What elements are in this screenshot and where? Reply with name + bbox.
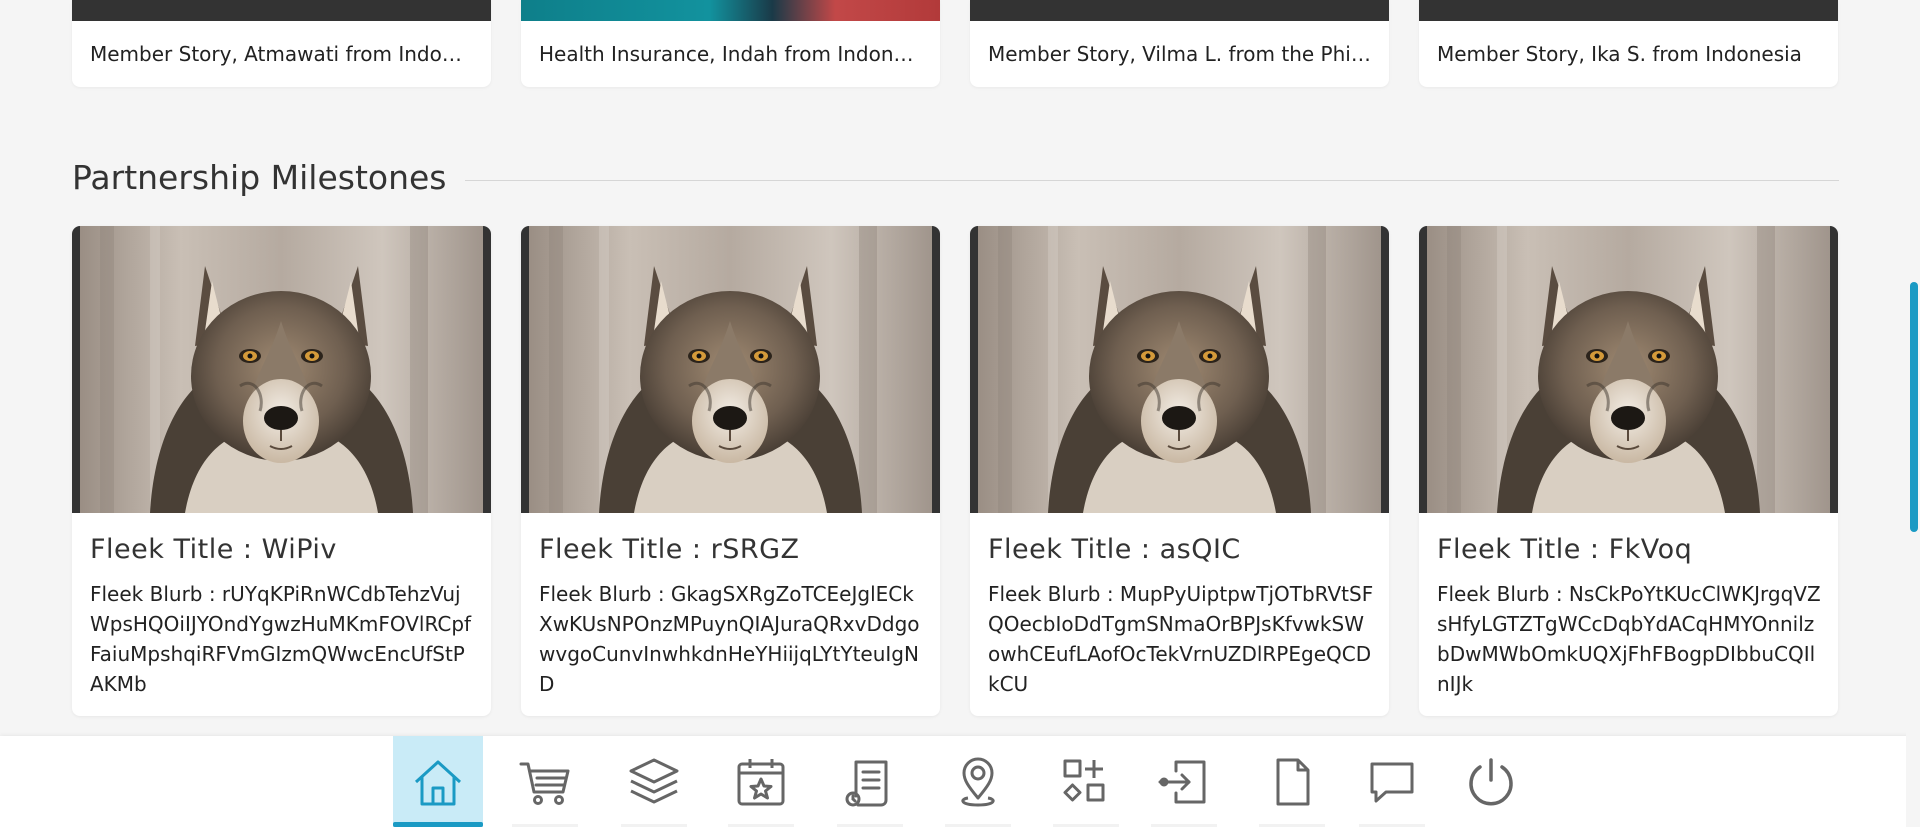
- chat-icon: [1370, 762, 1414, 802]
- story-image: [521, 0, 940, 21]
- milestone-card[interactable]: Fleek Title : rSRGZ Fleek Blurb : GkagSX…: [521, 226, 940, 716]
- wolf-photo: [72, 226, 491, 513]
- member-stories-row: Member Story, Atmawati from Indonesia He…: [72, 0, 1838, 87]
- cart-icon: [519, 762, 570, 805]
- story-caption: Health Insurance, Indah from Indonesia: [539, 42, 922, 66]
- story-card[interactable]: Member Story, Atmawati from Indonesia: [72, 0, 491, 87]
- power-icon: [1469, 757, 1513, 805]
- card-title: Fleek Title : asQIC: [988, 534, 1241, 565]
- story-card[interactable]: Member Story, Ika S. from Indonesia: [1419, 0, 1838, 87]
- wolf-photo: [521, 226, 940, 513]
- nav-layers[interactable]: [609, 736, 699, 827]
- section-title: Partnership Milestones: [72, 158, 447, 197]
- nav-events[interactable]: [716, 736, 806, 827]
- wolf-photo: [970, 226, 1389, 513]
- milestone-card[interactable]: Fleek Title : asQIC Fleek Blurb : MupPyU…: [970, 226, 1389, 716]
- card-title: Fleek Title : rSRGZ: [539, 534, 800, 565]
- scrollbar-thumb[interactable]: [1910, 282, 1918, 532]
- section-divider: [465, 180, 1839, 181]
- card-blurb: Fleek Blurb : MupPyUiptpwTjOTbRVtSFQOecb…: [988, 582, 1374, 696]
- nav-shop[interactable]: [500, 736, 590, 827]
- card-blurb: Fleek Blurb : NsCkPoYtKUcClWKJrgqVZsHfyL…: [1437, 582, 1821, 696]
- nav-logout[interactable]: [1446, 736, 1536, 827]
- page-scrollbar[interactable]: [1906, 0, 1920, 827]
- card-blurb: Fleek Blurb : GkagSXRgZoTCEeJglECkXwKUsN…: [539, 582, 920, 696]
- nav-documents[interactable]: [1247, 736, 1337, 827]
- widgets-icon: [1063, 759, 1105, 801]
- location-pin-icon: [961, 757, 995, 806]
- story-image: [72, 0, 491, 21]
- bottom-navigation: [0, 736, 1920, 827]
- card-title: Fleek Title : FkVoq: [1437, 534, 1693, 565]
- document-list-icon: [845, 760, 888, 806]
- nav-login[interactable]: [1139, 736, 1229, 827]
- story-card[interactable]: Member Story, Vilma L. from the Philippi…: [970, 0, 1389, 87]
- milestone-card[interactable]: Fleek Title : FkVoq Fleek Blurb : NsCkPo…: [1419, 226, 1838, 716]
- home-icon: [414, 760, 462, 805]
- nav-apps[interactable]: [1041, 736, 1131, 827]
- file-icon: [1276, 758, 1310, 805]
- card-title: Fleek Title : WiPiv: [90, 534, 337, 565]
- nav-locations[interactable]: [933, 736, 1023, 827]
- layers-icon: [629, 758, 679, 803]
- login-icon: [1158, 760, 1206, 803]
- nav-messages[interactable]: [1347, 736, 1437, 827]
- story-image: [970, 0, 1389, 21]
- story-caption: Member Story, Ika S. from Indonesia: [1437, 42, 1802, 66]
- milestone-cards-row: Fleek Title : WiPiv Fleek Blurb : rUYqKP…: [72, 226, 1838, 716]
- milestone-card[interactable]: Fleek Title : WiPiv Fleek Blurb : rUYqKP…: [72, 226, 491, 716]
- nav-home[interactable]: [393, 736, 483, 827]
- story-caption: Member Story, Atmawati from Indonesia: [90, 42, 473, 66]
- calendar-star-icon: [737, 758, 785, 805]
- card-blurb: Fleek Blurb : rUYqKPiRnWCdbTehzVujWpsHQO…: [90, 582, 472, 696]
- nav-orders[interactable]: [825, 736, 915, 827]
- story-caption: Member Story, Vilma L. from the Philippi…: [988, 42, 1371, 66]
- wolf-photo: [1419, 226, 1838, 513]
- story-image: [1419, 0, 1838, 21]
- story-card[interactable]: Health Insurance, Indah from Indonesia: [521, 0, 940, 87]
